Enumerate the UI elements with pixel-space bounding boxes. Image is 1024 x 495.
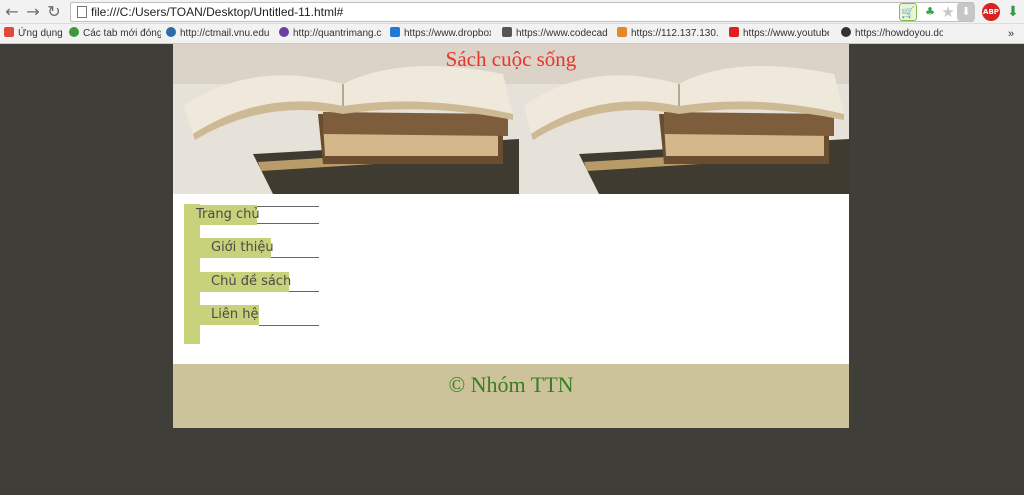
download-icon[interactable]: ⬇ bbox=[1004, 3, 1022, 21]
back-button[interactable]: ← bbox=[4, 3, 20, 21]
bookmark-label: https://www.dropbox bbox=[404, 28, 491, 39]
star-icon[interactable]: ★ bbox=[939, 3, 957, 21]
bookmark-youtube[interactable]: https://www.youtube bbox=[729, 26, 829, 42]
bookmark-ctmail[interactable]: http://ctmail.vnu.edu bbox=[166, 26, 274, 42]
menu-divider bbox=[259, 325, 319, 326]
url-text[interactable]: file:///C:/Users/TOAN/Desktop/Untitled-1… bbox=[91, 5, 343, 19]
bookmark-label: https://www.youtube bbox=[743, 28, 829, 39]
bookmark-codecademy[interactable]: https://www.codecad bbox=[502, 26, 608, 42]
at-icon bbox=[279, 27, 289, 37]
menu-divider bbox=[257, 223, 319, 224]
menu-item-book-topics[interactable]: Chủ đề sách bbox=[199, 272, 291, 292]
bookmark-howdoyou[interactable]: https://howdoyou.do bbox=[841, 26, 943, 42]
youtube-icon bbox=[729, 27, 739, 37]
dropbox-icon bbox=[390, 27, 400, 37]
menu-divider bbox=[289, 291, 319, 292]
download-arrow-icon[interactable]: ⬇ bbox=[957, 3, 975, 21]
bookmark-recent-tabs[interactable]: Các tab mới đóng bbox=[69, 26, 161, 42]
bookmarks-bar: Ứng dụng Các tab mới đóng http://ctmail.… bbox=[0, 24, 1024, 44]
bookmark-label: https://www.codecad bbox=[516, 28, 608, 39]
bookmark-label: https://112.137.130.3 bbox=[631, 28, 719, 39]
apps-icon bbox=[4, 27, 14, 37]
bookmark-label: Các tab mới đóng bbox=[83, 28, 161, 39]
bookmark-ip-site[interactable]: https://112.137.130.3 bbox=[617, 26, 719, 42]
bookmarks-overflow[interactable]: » bbox=[1008, 26, 1020, 42]
footer: © Nhóm TTN bbox=[173, 364, 849, 428]
address-bar[interactable]: file:///C:/Users/TOAN/Desktop/Untitled-1… bbox=[70, 2, 975, 22]
bookmark-quantrimang[interactable]: http://quantrimang.co bbox=[279, 26, 381, 42]
bookmark-label: http://quantrimang.co bbox=[293, 28, 381, 39]
menu-item-contact[interactable]: Liên hệ bbox=[199, 305, 259, 325]
site-title: Sách cuộc sống bbox=[445, 47, 577, 71]
bookmark-label: Ứng dụng bbox=[18, 28, 63, 39]
menu-divider bbox=[271, 257, 319, 258]
shopping-cart-icon[interactable]: 🛒 bbox=[899, 3, 917, 21]
bookmark-dropbox[interactable]: https://www.dropbox bbox=[390, 26, 491, 42]
history-icon bbox=[69, 27, 79, 37]
adblock-icon[interactable]: ABP bbox=[982, 3, 1000, 21]
banner: Sách cuộc sống bbox=[173, 44, 849, 194]
codecademy-icon bbox=[502, 27, 512, 37]
reload-button[interactable]: ↻ bbox=[46, 3, 62, 21]
menu-sidebar-strip bbox=[184, 204, 200, 344]
browser-toolbar: ← → ↻ file:///C:/Users/TOAN/Desktop/Unti… bbox=[0, 0, 1024, 24]
menu-item-about[interactable]: Giới thiệu bbox=[199, 238, 274, 258]
forward-button[interactable]: → bbox=[25, 3, 41, 21]
bookmark-label: http://ctmail.vnu.edu bbox=[180, 28, 270, 39]
bookmark-apps[interactable]: Ứng dụng bbox=[4, 26, 64, 42]
page: Sách cuộc sống Trang chủ Giới thiệu Chủ … bbox=[173, 44, 849, 428]
footer-copyright: © Nhóm TTN bbox=[448, 372, 574, 397]
page-icon bbox=[77, 6, 87, 18]
menu-divider bbox=[257, 206, 319, 207]
menu-item-home[interactable]: Trang chủ bbox=[184, 205, 260, 225]
bookmark-label: https://howdoyou.do bbox=[855, 28, 943, 39]
mail-icon bbox=[166, 27, 176, 37]
site-icon bbox=[617, 27, 627, 37]
chat-icon bbox=[841, 27, 851, 37]
android-icon[interactable]: ♣ bbox=[921, 3, 939, 21]
